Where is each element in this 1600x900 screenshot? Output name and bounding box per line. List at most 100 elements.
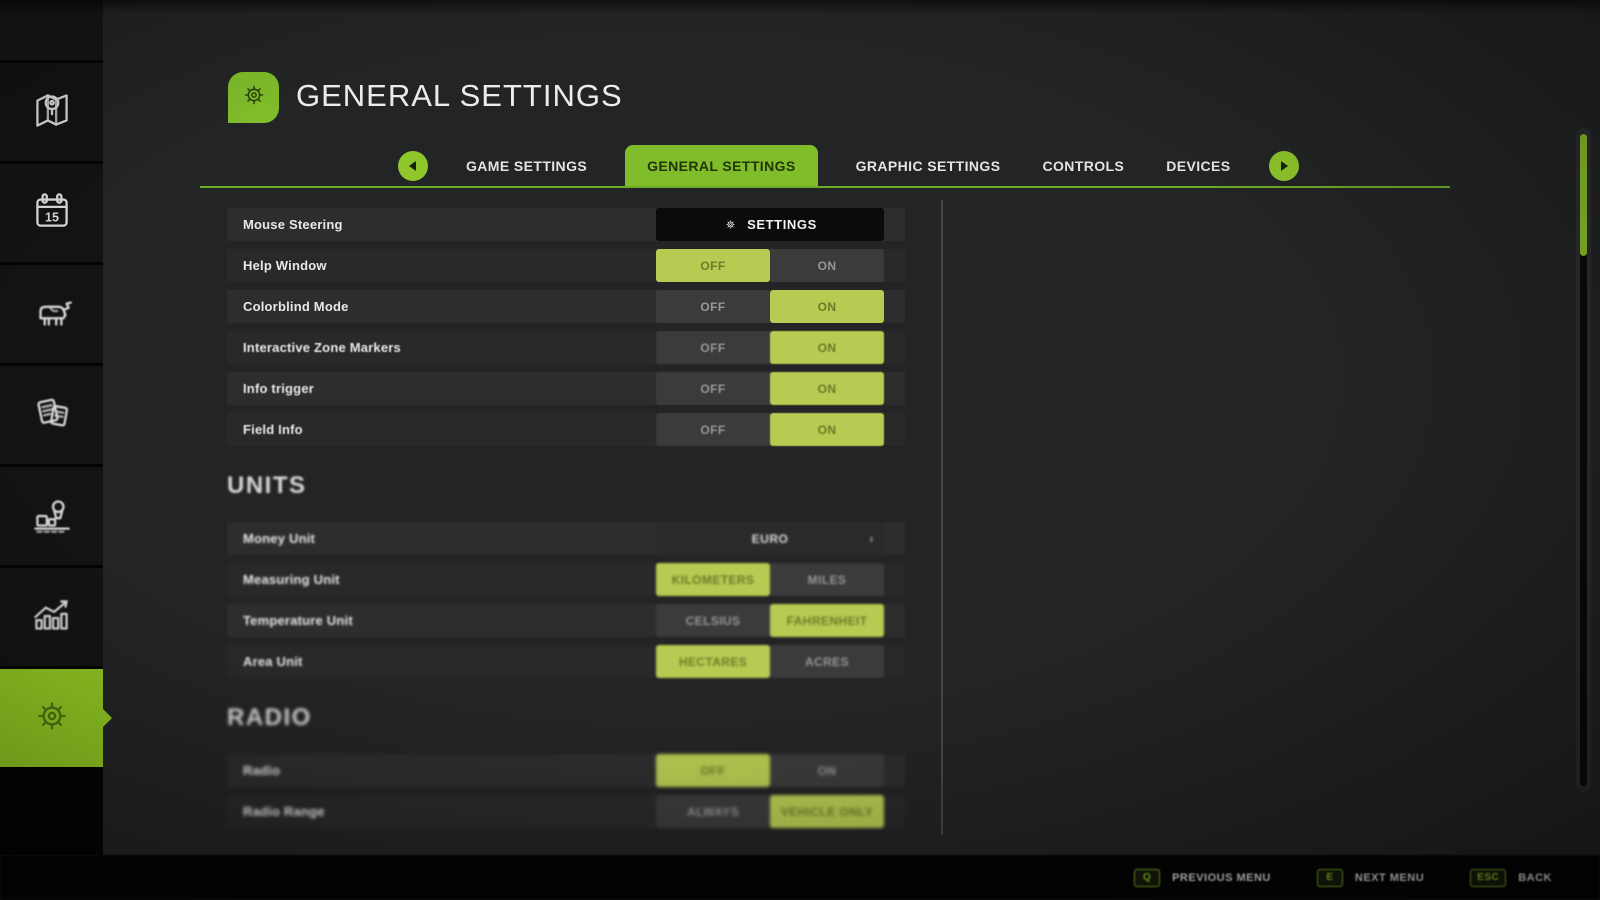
sidebar-item-calendar[interactable]: 15: [0, 164, 103, 262]
sidebar-item-contracts[interactable]: [0, 366, 103, 464]
toggle-option[interactable]: OFF: [656, 754, 770, 787]
documents-icon: [27, 388, 77, 443]
toggle-option[interactable]: KILOMETERS: [656, 563, 770, 596]
list-scrollbar[interactable]: [941, 200, 943, 835]
dropdown-money-unit[interactable]: EURO ›: [656, 522, 884, 555]
sidebar-item-map[interactable]: [0, 63, 103, 161]
production-icon: [27, 489, 77, 544]
setting-control: HECTARESACRES: [656, 645, 884, 678]
section-heading-units: UNITS: [227, 472, 905, 500]
setting-label: Temperature Unit: [243, 613, 353, 628]
settings-button[interactable]: SETTINGS: [656, 208, 884, 241]
setting-control: OFFON: [656, 754, 884, 787]
toggle-option[interactable]: ON: [770, 754, 884, 787]
toggle-option[interactable]: ALWAYS: [656, 795, 770, 828]
toggle-option[interactable]: ON: [770, 413, 884, 446]
setting-row: Money Unit EURO ›: [227, 522, 905, 555]
tab-controls[interactable]: CONTROLS: [1038, 158, 1128, 174]
setting-control: OFFON: [656, 249, 884, 282]
setting-row: Help WindowOFFON: [227, 249, 905, 282]
tab-graphic-settings[interactable]: GRAPHIC SETTINGS: [852, 158, 1005, 174]
caret-right-icon: ›: [869, 531, 874, 546]
toggle-option[interactable]: MILES: [770, 563, 884, 596]
footer-hint-label: NEXT MENU: [1355, 872, 1424, 884]
toggle-option[interactable]: ON: [770, 372, 884, 405]
setting-row: Info trigger OFFON: [227, 372, 905, 405]
page-scrollbar[interactable]: [1576, 128, 1591, 792]
setting-control: OFFON: [656, 290, 884, 323]
chart-icon: [27, 590, 77, 645]
setting-label: Money Unit: [243, 531, 315, 546]
footer-hint: ESCBACK: [1470, 869, 1552, 887]
right-arrow-icon: [1281, 161, 1288, 171]
gear-icon: [27, 691, 77, 746]
sidebar: 15: [0, 0, 103, 855]
toggle-option[interactable]: ON: [770, 290, 884, 323]
keycap: E: [1317, 869, 1343, 887]
sidebar-item-animals[interactable]: [0, 265, 103, 363]
setting-control: ALWAYSVEHICLE ONLY: [656, 795, 884, 828]
setting-control: OFFON: [656, 372, 884, 405]
toggle-option[interactable]: ON: [770, 331, 884, 364]
setting-control: OFFON: [656, 413, 884, 446]
settings-button-label: SETTINGS: [747, 217, 817, 232]
footer-hint: E NEXT MENU: [1317, 869, 1424, 887]
toggle-option[interactable]: CELSIUS: [656, 604, 770, 637]
setting-row: Temperature Unit CELSIUSFAHRENHEIT: [227, 604, 905, 637]
dropdown-value: EURO: [752, 532, 789, 546]
setting-label: Info trigger: [243, 381, 314, 396]
setting-label: Colorblind Mode: [243, 299, 349, 314]
setting-control: EURO ›: [656, 522, 884, 555]
sidebar-item-statistics[interactable]: [0, 568, 103, 666]
toggle-option[interactable]: OFF: [656, 249, 770, 282]
footer-hint-bar: QPREVIOUS MENU E NEXT MENU ESCBACK: [0, 855, 1600, 900]
setting-control: OFFON: [656, 331, 884, 364]
setting-label: Mouse Steering: [243, 217, 343, 232]
setting-row: Mouse Steering SETTINGS: [227, 208, 905, 241]
setting-label: Field Info: [243, 422, 303, 437]
tab-underline: [200, 186, 1450, 188]
map-icon: [27, 85, 77, 140]
cow-icon: [27, 287, 77, 342]
toggle-option[interactable]: ACRES: [770, 645, 884, 678]
setting-control: CELSIUSFAHRENHEIT: [656, 604, 884, 637]
toggle-option[interactable]: OFF: [656, 290, 770, 323]
sidebar-spacer-tile: [0, 0, 103, 60]
tabs-next-button[interactable]: [1269, 151, 1299, 181]
setting-control: KILOMETERSMILES: [656, 563, 884, 596]
tab-general-settings[interactable]: GENERAL SETTINGS: [625, 145, 818, 186]
sidebar-item-settings[interactable]: [0, 669, 103, 767]
toggle-option[interactable]: HECTARES: [656, 645, 770, 678]
svg-text:15: 15: [45, 210, 59, 224]
toggle-option[interactable]: VEHICLE ONLY: [770, 795, 884, 828]
calendar-icon: 15: [27, 186, 77, 241]
left-arrow-icon: [409, 161, 416, 171]
sidebar-item-production[interactable]: [0, 467, 103, 565]
settings-screen: 15 GENERAL SETTINGS GAME SETTINGS GENERAL…: [0, 0, 1600, 900]
setting-row: Radio Range ALWAYSVEHICLE ONLY: [227, 795, 905, 828]
page-scrollbar-thumb[interactable]: [1580, 134, 1587, 256]
keycap: Q: [1134, 869, 1160, 887]
keycap: ESC: [1470, 869, 1506, 887]
toggle-option[interactable]: OFF: [656, 413, 770, 446]
setting-row: RadioOFFON: [227, 754, 905, 787]
tabs-prev-button[interactable]: [398, 151, 428, 181]
tab-game-settings[interactable]: GAME SETTINGS: [462, 158, 591, 174]
settings-list: Mouse Steering SETTINGS Help WindowOFFON C…: [227, 208, 905, 836]
setting-row: Measuring Unit KILOMETERSMILES: [227, 563, 905, 596]
page-title: GENERAL SETTINGS: [296, 78, 623, 114]
toggle-option[interactable]: OFF: [656, 372, 770, 405]
toggle-option[interactable]: OFF: [656, 331, 770, 364]
setting-control: SETTINGS: [656, 208, 884, 241]
toggle-option[interactable]: FAHRENHEIT: [770, 604, 884, 637]
tab-devices[interactable]: DEVICES: [1162, 158, 1234, 174]
toggle-option[interactable]: ON: [770, 249, 884, 282]
section-radio: RADIORadioOFFONRadio RangeALWAYSVEHICLE …: [227, 704, 905, 828]
setting-label: Radio Range: [243, 804, 325, 819]
page-title-badge: [228, 72, 279, 123]
setting-row: Area UnitHECTARESACRES: [227, 645, 905, 678]
setting-row: Field Info OFFON: [227, 413, 905, 446]
setting-label: Interactive Zone Markers: [243, 340, 401, 355]
footer-hint: QPREVIOUS MENU: [1134, 869, 1271, 887]
setting-label: Measuring Unit: [243, 572, 340, 587]
